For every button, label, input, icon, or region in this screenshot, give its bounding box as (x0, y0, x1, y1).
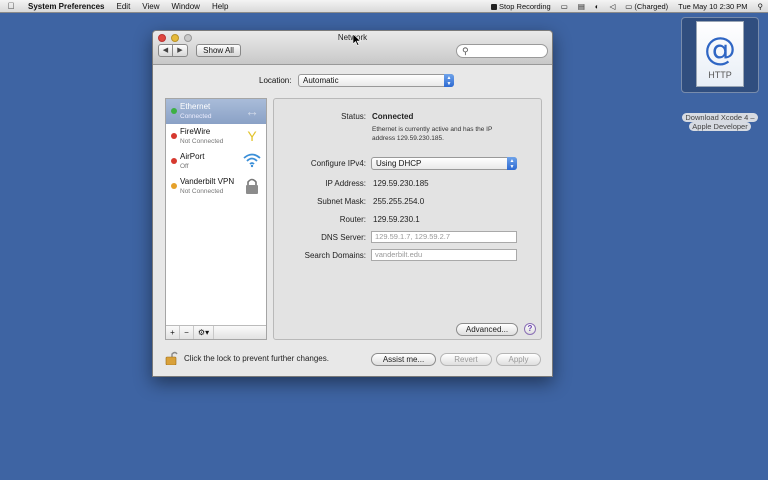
lock-message: Click the lock to prevent further change… (184, 354, 329, 363)
at-symbol: @ (704, 30, 736, 68)
status-label: Status: (341, 112, 366, 121)
search-domains-label: Search Domains: (304, 251, 366, 260)
keyboard-icon[interactable]: ▤ (573, 0, 590, 13)
configure-ipv4-value: Using DHCP (376, 159, 422, 168)
location-label: Location: (259, 76, 292, 85)
service-name: AirPort (180, 152, 205, 161)
status-dot-yellow (171, 183, 177, 189)
service-airport[interactable]: AirPort Off (166, 149, 266, 174)
search-domains-field[interactable]: vanderbilt.edu (371, 249, 517, 261)
assist-me-button[interactable]: Assist me... (371, 353, 436, 366)
location-select[interactable]: Automatic ▲ ▼ (298, 74, 454, 87)
help-button[interactable]: ? (524, 323, 536, 335)
dns-server-field[interactable]: 129.59.1.7, 129.59.2.7 (371, 231, 517, 243)
vpn-lock-icon (243, 177, 261, 195)
status-description: Ethernet is currently active and has the… (372, 126, 493, 142)
network-preferences-window: Network ◀ ▶ Show All ⚲ Location: Automat… (152, 30, 553, 377)
list-toolbar: + − ⚙▾ (166, 325, 266, 339)
status-dot-green (171, 108, 177, 114)
lock-icon[interactable] (165, 351, 179, 366)
router-value: 129.59.230.1 (373, 215, 420, 224)
router-label: Router: (339, 215, 366, 224)
volume-icon[interactable]: ◁ (604, 0, 620, 13)
show-all-button[interactable]: Show All (196, 44, 241, 57)
service-name: Vanderbilt VPN (180, 177, 235, 186)
network-service-list: Ethernet Connected ↔ FireWire Not Connec… (165, 98, 267, 340)
status-dot-red (171, 158, 177, 164)
apply-button[interactable]: Apply (496, 353, 541, 366)
service-vanderbilt-vpn[interactable]: Vanderbilt VPN Not Connected (166, 174, 266, 199)
airport-wifi-icon (243, 152, 261, 170)
location-value: Automatic (303, 76, 339, 85)
revert-button[interactable]: Revert (440, 353, 492, 366)
menu-window[interactable]: Window (166, 0, 206, 13)
menu-app-name[interactable]: System Preferences (22, 0, 111, 13)
service-status: Not Connected (180, 188, 224, 195)
service-firewire[interactable]: FireWire Not Connected Y (166, 124, 266, 149)
service-status: Off (180, 163, 189, 170)
menu-bar:  System Preferences Edit View Window He… (0, 0, 768, 13)
display-icon[interactable]: ▭ (556, 0, 573, 13)
configure-ipv4-select[interactable]: Using DHCP ▲ ▼ (371, 157, 517, 170)
service-name: Ethernet (180, 102, 211, 111)
gear-menu-button[interactable]: ⚙▾ (194, 326, 214, 339)
service-name: FireWire (180, 127, 211, 136)
service-ethernet[interactable]: Ethernet Connected ↔ (166, 99, 266, 124)
select-arrows-icon: ▲ ▼ (444, 74, 454, 87)
back-button[interactable]: ◀ (158, 44, 173, 57)
advanced-button[interactable]: Advanced... (456, 323, 518, 336)
battery-icon: ▭ (625, 2, 635, 11)
subnet-mask-value: 255.255.254.0 (373, 197, 425, 206)
apple-menu-icon[interactable]:  (0, 0, 22, 13)
select-arrows-icon: ▲ ▼ (507, 157, 517, 170)
remove-service-button[interactable]: − (180, 326, 194, 339)
firewire-icon: Y (247, 128, 257, 144)
record-icon (491, 4, 498, 11)
forward-button[interactable]: ▶ (173, 44, 188, 57)
dns-server-label: DNS Server: (321, 233, 366, 242)
ip-address-value: 129.59.230.185 (373, 179, 429, 188)
menu-status-area: Stop Recording ▭ ▤ ◐ ◁ ▭ (Charged) Tue M… (486, 0, 768, 13)
clock[interactable]: Tue May 10 2:30 PM (673, 0, 752, 13)
configure-ipv4-label: Configure IPv4: (310, 159, 366, 168)
menu-help[interactable]: Help (206, 0, 234, 13)
desktop-file-label[interactable]: Download Xcode 4 – Apple Developer (671, 113, 768, 131)
status-dot-red (171, 133, 177, 139)
subnet-mask-label: Subnet Mask: (317, 197, 366, 206)
ip-address-label: IP Address: (325, 179, 366, 188)
stop-recording-item[interactable]: Stop Recording (486, 0, 556, 13)
search-icon: ⚲ (462, 46, 469, 56)
mouse-cursor-icon (353, 34, 361, 46)
timemachine-icon[interactable]: ◐ (590, 0, 605, 13)
nav-buttons: ◀ ▶ (158, 44, 189, 57)
menu-view[interactable]: View (136, 0, 165, 13)
menu-edit[interactable]: Edit (111, 0, 137, 13)
ethernet-icon: ↔ (245, 103, 259, 119)
service-details-panel: Status: Connected Ethernet is currently … (273, 98, 542, 340)
battery-item[interactable]: ▭ (Charged) (620, 0, 673, 13)
service-status: Connected (180, 113, 212, 120)
http-label: HTTP (708, 70, 732, 80)
desktop-file-icon[interactable]: @ HTTP Download Xcode 4 – Apple Develope… (677, 15, 763, 131)
add-service-button[interactable]: + (166, 326, 180, 339)
webloc-document-icon: @ HTTP (696, 21, 744, 87)
service-status: Not Connected (180, 138, 224, 145)
status-value: Connected (372, 112, 414, 121)
spotlight-icon[interactable]: ⚲ (753, 0, 768, 13)
search-field[interactable]: ⚲ (456, 44, 548, 58)
